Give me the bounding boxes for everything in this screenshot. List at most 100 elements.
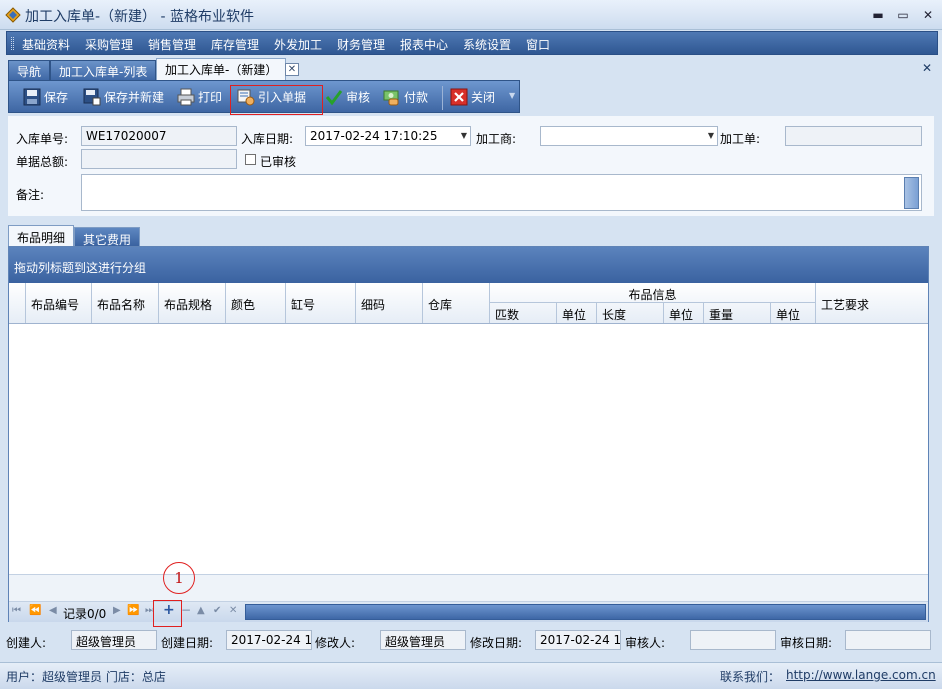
annotation-marker-2: 1: [163, 562, 195, 594]
close-button[interactable]: 关闭: [450, 88, 495, 108]
audit-button[interactable]: 审核: [325, 88, 370, 108]
menu-outsourcing[interactable]: 外发加工: [274, 36, 322, 53]
col-detail-code[interactable]: 细码: [356, 296, 422, 313]
date-picker[interactable]: 2017-02-24 17:10:25 ▼: [305, 126, 471, 146]
col-pieces-unit[interactable]: 单位: [557, 303, 597, 323]
grid-header: 布品编号 布品名称 布品规格 颜色 缸号 细码 仓库 布品信息 匹数 单位 长度…: [9, 283, 928, 324]
save-button[interactable]: 保存: [23, 88, 68, 108]
menu-reports[interactable]: 报表中心: [400, 36, 448, 53]
date-value: 2017-02-24 17:10:25: [310, 129, 438, 143]
menu-bar: 基础资料 采购管理 销售管理 库存管理 外发加工 财务管理 报表中心 系统设置 …: [6, 31, 938, 55]
order-no-field[interactable]: WE17020007: [81, 126, 237, 146]
nav-prev-icon[interactable]: ◀: [49, 605, 57, 616]
processor-select[interactable]: ▼: [540, 126, 718, 146]
audit-info-bar: 创建人: 超级管理员 创建日期: 2017-02-24 17 修改人: 超级管理…: [0, 629, 942, 653]
creator-field[interactable]: 超级管理员: [71, 630, 157, 650]
add-row-highlight-box: [153, 600, 182, 627]
col-process-requirement[interactable]: 工艺要求: [816, 296, 928, 313]
menu-purchase[interactable]: 采购管理: [85, 36, 133, 53]
col-weight[interactable]: 重量: [704, 303, 771, 323]
contact-label: 联系我们：: [720, 670, 781, 684]
dropdown-arrow-icon[interactable]: ▼: [708, 131, 714, 140]
detail-tab-bar: 布品明细 其它费用: [8, 225, 934, 247]
app-icon: [5, 7, 21, 23]
tab-other-fees[interactable]: 其它费用: [74, 227, 141, 247]
col-fabric-name[interactable]: 布品名称: [92, 296, 159, 313]
menu-window[interactable]: 窗口: [526, 36, 550, 53]
col-weight-unit[interactable]: 单位: [771, 303, 816, 323]
panel-close-icon[interactable]: ✕: [922, 61, 932, 75]
grid-footer-row: [9, 574, 928, 602]
horizontal-scrollbar[interactable]: [245, 604, 926, 620]
menu-inventory[interactable]: 库存管理: [211, 36, 259, 53]
save-and-new-button[interactable]: 保存并新建: [83, 88, 164, 108]
col-color[interactable]: 颜色: [226, 296, 286, 313]
tab-inbound-list[interactable]: 加工入库单-列表: [50, 60, 157, 80]
tab-close-icon[interactable]: ✕: [285, 63, 299, 76]
title-bar: 加工入库单-（新建） - 蓝格布业软件 ▬ ▭ ✕: [0, 0, 942, 30]
col-fabric-no[interactable]: 布品编号: [26, 296, 93, 313]
toolbar-separator: [442, 86, 443, 110]
modified-date-field[interactable]: 2017-02-24 17: [535, 630, 621, 650]
tab-fabric-details[interactable]: 布品明细: [8, 225, 75, 246]
delete-row-button[interactable]: −: [181, 603, 191, 617]
created-date-field[interactable]: 2017-02-24 17: [226, 630, 312, 650]
audited-checkbox[interactable]: [245, 154, 256, 165]
process-order-field[interactable]: [785, 126, 922, 146]
audited-label: 已审核: [260, 155, 297, 169]
total-label: 单据总额:: [16, 155, 69, 169]
process-order-label: 加工单:: [720, 132, 761, 146]
nav-next-page-icon[interactable]: ⏩: [127, 605, 139, 616]
menu-basic-data[interactable]: 基础资料: [22, 36, 70, 53]
col-vat-no[interactable]: 缸号: [286, 296, 356, 313]
audit-date-field[interactable]: [845, 630, 931, 650]
menu-grip-icon: [11, 37, 14, 50]
nav-next-icon[interactable]: ▶: [113, 605, 121, 616]
tab-inbound-new[interactable]: 加工入库单-（新建）: [156, 58, 287, 80]
contact-link[interactable]: http://www.lange.com.cn: [786, 668, 936, 682]
modifier-label: 修改人:: [315, 636, 356, 650]
order-no-label: 入库单号:: [16, 132, 69, 146]
created-date-label: 创建日期:: [161, 636, 214, 650]
cancel-edit-button[interactable]: ✕: [229, 605, 237, 616]
col-length-unit[interactable]: 单位: [664, 303, 704, 323]
minimize-button[interactable]: ▬: [868, 6, 888, 24]
group-by-panel[interactable]: 拖动列标题到这进行分组: [9, 247, 928, 283]
printer-icon: [177, 88, 195, 106]
remark-label: 备注:: [16, 188, 45, 202]
print-button[interactable]: 打印: [177, 88, 222, 108]
tab-navigation[interactable]: 导航: [8, 60, 51, 80]
toolbar-overflow-icon[interactable]: ▼: [509, 91, 515, 100]
auditor-field[interactable]: [690, 630, 776, 650]
window-title: 加工入库单-（新建） - 蓝格布业软件: [25, 9, 255, 25]
floppy-disk-icon: [23, 88, 41, 106]
menu-sales[interactable]: 销售管理: [148, 36, 196, 53]
auditor-label: 审核人:: [625, 636, 666, 650]
document-tab-bar: 导航 加工入库单-列表 加工入库单-（新建） ✕ ✕: [0, 57, 942, 80]
col-fabric-spec[interactable]: 布品规格: [159, 296, 226, 313]
memo-scroll-icon[interactable]: [904, 177, 919, 209]
user-store-info: 用户：超级管理员 门店：总店: [6, 670, 166, 684]
checkmark-icon: [325, 90, 343, 106]
col-length[interactable]: 长度: [597, 303, 664, 323]
nav-first-icon[interactable]: ⏮: [12, 605, 21, 616]
end-edit-button[interactable]: ✔: [213, 605, 221, 616]
band-fabric-info[interactable]: 布品信息: [490, 283, 816, 303]
dropdown-arrow-icon[interactable]: ▼: [461, 131, 467, 140]
menu-finance[interactable]: 财务管理: [337, 36, 385, 53]
payment-button[interactable]: 付款: [383, 88, 428, 108]
total-field[interactable]: [81, 149, 237, 169]
detail-grid: 拖动列标题到这进行分组 布品编号 布品名称 布品规格 颜色 缸号 细码 仓库 布…: [8, 246, 929, 622]
save-new-icon: [83, 88, 101, 106]
edit-row-button[interactable]: ▲: [197, 605, 205, 616]
close-window-button[interactable]: ✕: [918, 6, 938, 24]
header-form: 入库单号: WE17020007 入库日期: 2017-02-24 17:10:…: [8, 116, 934, 216]
restore-button[interactable]: ▭: [893, 6, 913, 24]
modifier-field[interactable]: 超级管理员: [380, 630, 466, 650]
col-warehouse[interactable]: 仓库: [423, 296, 489, 313]
menu-settings[interactable]: 系统设置: [463, 36, 511, 53]
remark-field[interactable]: [81, 174, 922, 211]
col-pieces[interactable]: 匹数: [490, 303, 557, 323]
grid-body[interactable]: [9, 324, 928, 574]
nav-prev-page-icon[interactable]: ⏪: [29, 605, 41, 616]
